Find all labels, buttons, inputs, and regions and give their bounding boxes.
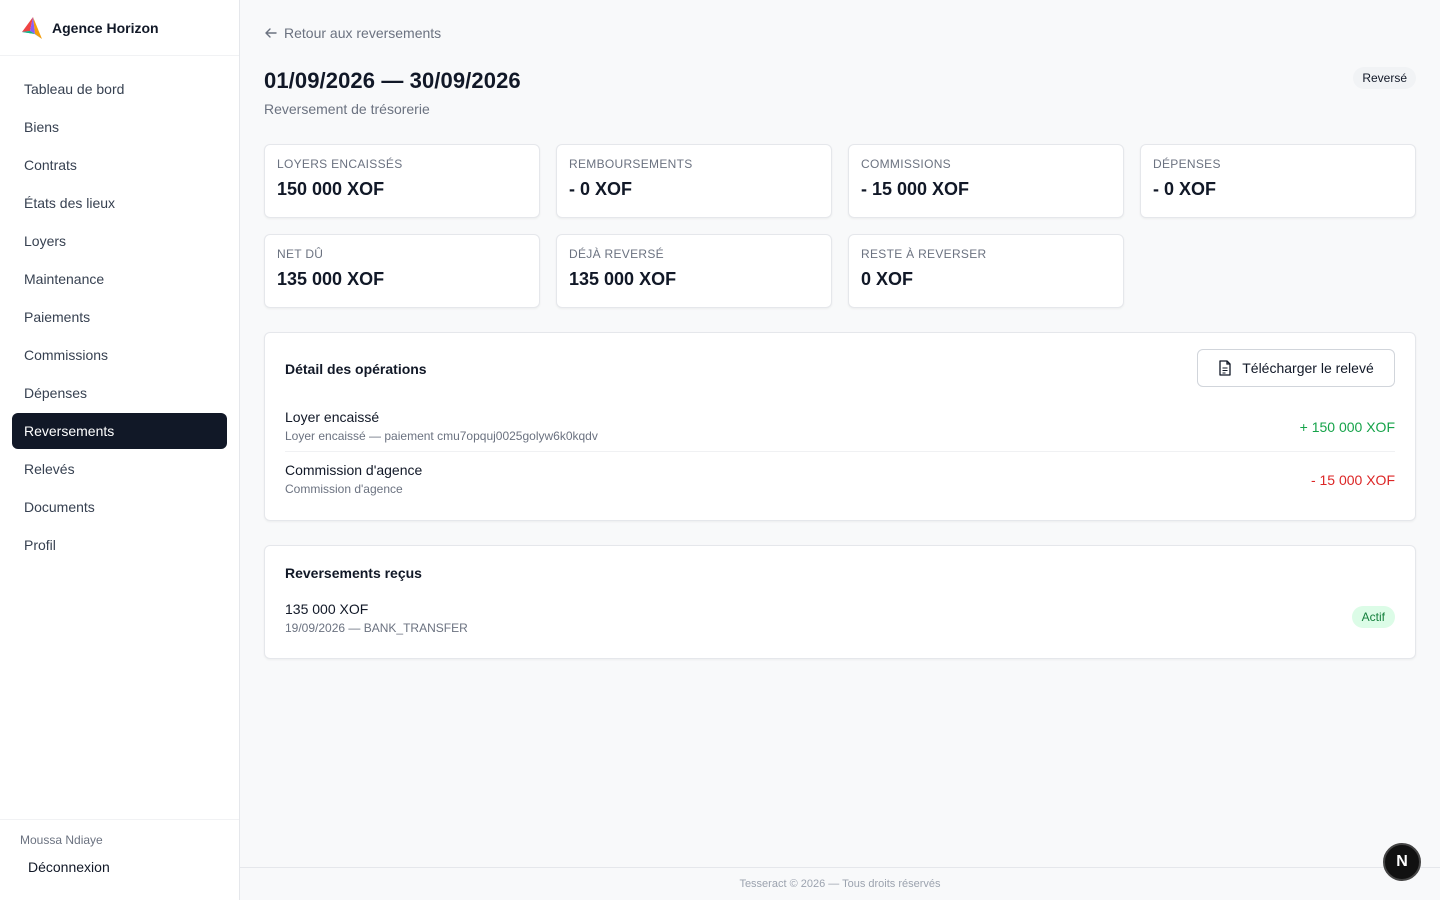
card-label: REMBOURSEMENTS xyxy=(569,157,693,171)
summary-card: RESTE À REVERSER 0 XOF xyxy=(848,234,1124,308)
card-value: 0 XOF xyxy=(861,269,914,289)
operation-title: Commission d'agence xyxy=(285,462,423,478)
back-link[interactable]: Retour aux reversements xyxy=(264,25,441,41)
sidebar-nav: Tableau de bord Biens Contrats États des… xyxy=(0,56,239,563)
payouts-title: Reversements reçus xyxy=(285,565,422,581)
card-label: DÉPENSES xyxy=(1153,157,1221,171)
sidebar-footer: Moussa Ndiaye Déconnexion xyxy=(0,819,239,900)
card-label: COMMISSIONS xyxy=(861,157,951,171)
dev-tools-badge[interactable]: N xyxy=(1383,843,1421,881)
sidebar-item-maintenance[interactable]: Maintenance xyxy=(12,261,227,297)
summary-card: DÉPENSES - 0 XOF xyxy=(1140,144,1416,218)
sidebar-item-contrats[interactable]: Contrats xyxy=(12,147,227,183)
operation-amount: + 150 000 XOF xyxy=(1299,419,1395,435)
operation-row: Loyer encaissé Loyer encaissé — paiement… xyxy=(285,409,1395,452)
summary-card: LOYERS ENCAISSÉS 150 000 XOF xyxy=(264,144,540,218)
sidebar-item-tableau-de-bord[interactable]: Tableau de bord xyxy=(12,71,227,107)
sidebar-item-documents[interactable]: Documents xyxy=(12,489,227,525)
sidebar-item-depenses[interactable]: Dépenses xyxy=(12,375,227,411)
main-content: Retour aux reversements 01/09/2026 — 30/… xyxy=(240,0,1440,900)
sidebar-item-commissions[interactable]: Commissions xyxy=(12,337,227,373)
payout-status-badge: Actif xyxy=(1351,606,1395,628)
payouts-panel: Reversements reçus 135 000 XOF 19/09/202… xyxy=(264,545,1416,659)
operation-subtitle: Commission d'agence xyxy=(285,482,403,496)
sidebar-item-loyers[interactable]: Loyers xyxy=(12,223,227,259)
sidebar-item-biens[interactable]: Biens xyxy=(12,109,227,145)
download-statement-label: Télécharger le relevé xyxy=(1242,360,1374,376)
card-label: LOYERS ENCAISSÉS xyxy=(277,157,403,171)
document-icon xyxy=(1219,360,1231,376)
payout-amount: 135 000 XOF xyxy=(285,601,369,617)
sidebar-item-profil[interactable]: Profil xyxy=(12,527,227,563)
card-value: 135 000 XOF xyxy=(277,269,385,289)
brand-name: Agence Horizon xyxy=(52,19,159,36)
card-label: RESTE À REVERSER xyxy=(861,247,987,261)
summary-card: COMMISSIONS - 15 000 XOF xyxy=(848,144,1124,218)
operation-subtitle: Loyer encaissé — paiement cmu7opquj0025g… xyxy=(285,429,598,443)
page-footer: Tesseract © 2026 — Tous droits réservés xyxy=(240,867,1440,900)
sidebar-item-releves[interactable]: Relevés xyxy=(12,451,227,487)
card-label: DÉJÀ REVERSÉ xyxy=(569,247,664,261)
sidebar-item-paiements[interactable]: Paiements xyxy=(12,299,227,335)
summary-card: DÉJÀ REVERSÉ 135 000 XOF xyxy=(556,234,832,308)
arrow-left-icon xyxy=(265,28,277,38)
card-value: - 15 000 XOF xyxy=(861,179,970,199)
status-badge: Reversé xyxy=(1353,67,1416,89)
operation-row: Commission d'agence Commission d'agence … xyxy=(285,462,1395,505)
operations-panel: Détail des opérations Télécharger le rel… xyxy=(264,332,1416,521)
sidebar-item-etats-des-lieux[interactable]: États des lieux xyxy=(12,185,227,221)
brand-logo-icon xyxy=(22,16,42,39)
card-value: - 0 XOF xyxy=(1153,179,1217,199)
card-value: 135 000 XOF xyxy=(569,269,677,289)
operations-title: Détail des opérations xyxy=(285,361,427,377)
payout-details: 19/09/2026 — BANK_TRANSFER xyxy=(285,621,468,635)
sidebar-item-reversements[interactable]: Reversements xyxy=(12,413,227,449)
payout-row: 135 000 XOF 19/09/2026 — BANK_TRANSFER xyxy=(285,601,1395,641)
download-statement-button[interactable]: Télécharger le relevé xyxy=(1197,349,1395,387)
footer-text: Tesseract © 2026 — Tous droits réservés xyxy=(739,878,941,890)
page-title: 01/09/2026 — 30/09/2026 xyxy=(264,68,521,93)
card-value: 150 000 XOF xyxy=(277,179,385,199)
operation-amount: - 15 000 XOF xyxy=(1310,472,1395,488)
page-subtitle: Reversement de trésorerie xyxy=(264,101,430,117)
logout-button[interactable]: Déconnexion xyxy=(28,859,239,875)
card-label: NET DÛ xyxy=(277,247,324,261)
dev-tools-badge-label: N xyxy=(1396,853,1408,870)
sidebar: Agence Horizon Tableau de bord Biens Con… xyxy=(0,0,240,900)
operation-title: Loyer encaissé xyxy=(285,409,380,425)
user-name: Moussa Ndiaye xyxy=(20,833,103,847)
brand[interactable]: Agence Horizon xyxy=(0,0,239,56)
card-value: - 0 XOF xyxy=(569,179,633,199)
back-link-label: Retour aux reversements xyxy=(284,25,442,41)
summary-card: NET DÛ 135 000 XOF xyxy=(264,234,540,308)
summary-card: REMBOURSEMENTS - 0 XOF xyxy=(556,144,832,218)
